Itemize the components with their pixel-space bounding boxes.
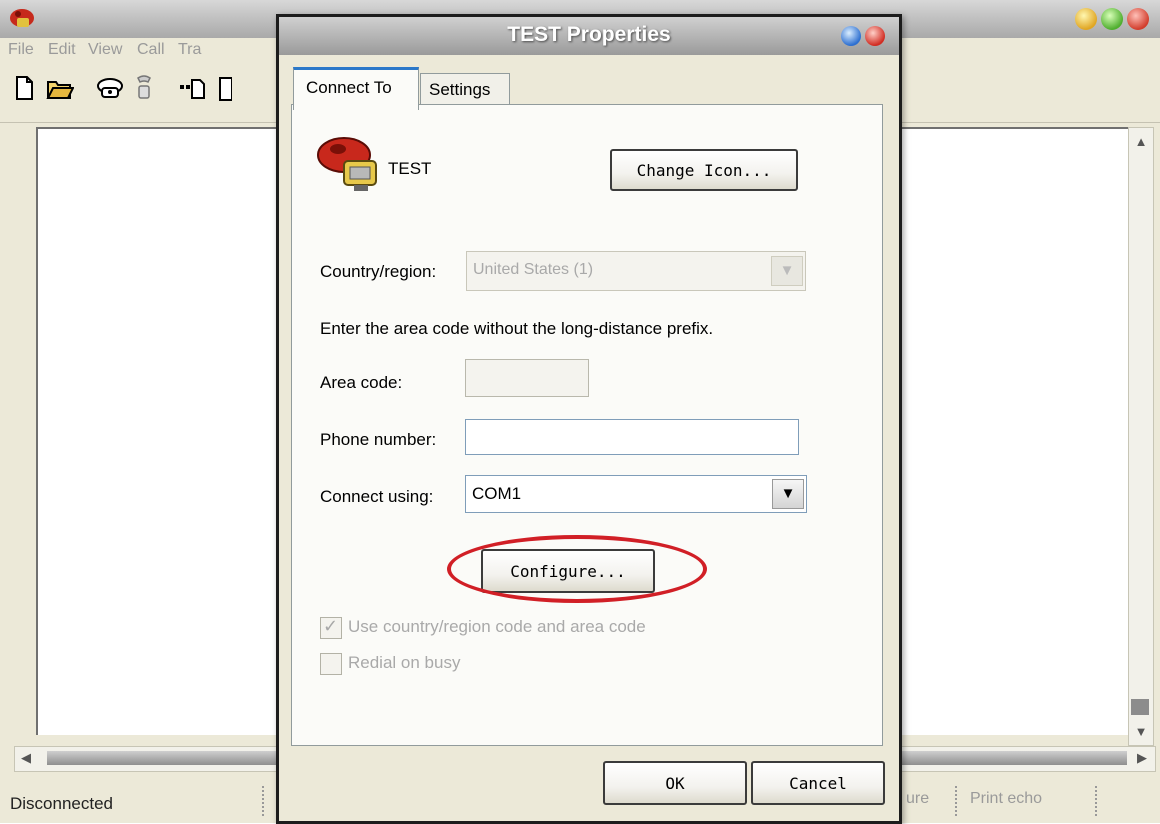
tab-connect-to-label: Connect To	[306, 78, 392, 97]
connect-using-label: Connect using:	[320, 487, 434, 506]
dialog-title: TEST Properties	[507, 23, 671, 46]
tab-settings[interactable]: Settings	[420, 73, 510, 106]
country-region-select[interactable]: United States (1) ▼	[466, 251, 806, 291]
phone-number-input[interactable]	[465, 419, 799, 455]
use-country-code-checkbox[interactable]: ✓	[320, 616, 342, 639]
area-code-instructions: Enter the area code without the long-dis…	[320, 319, 714, 338]
vertical-scroll-thumb[interactable]	[1131, 699, 1149, 715]
dialog-titlebar[interactable]: TEST Properties	[279, 17, 899, 55]
checkmark-icon: ✓	[323, 616, 339, 636]
tab-settings-label: Settings	[429, 80, 491, 99]
tab-connect-to[interactable]: Connect To	[293, 67, 419, 110]
country-region-label: Country/region:	[320, 262, 437, 281]
cancel-button[interactable]: Cancel	[751, 761, 885, 805]
change-icon-button[interactable]: Change Icon...	[610, 149, 798, 191]
status-separator	[955, 786, 957, 816]
connection-name: TEST	[388, 159, 432, 178]
send-icon[interactable]	[178, 74, 206, 102]
connect-icon[interactable]	[96, 74, 124, 102]
country-region-value: United States (1)	[473, 261, 594, 278]
chevron-down-icon[interactable]: ▼	[771, 256, 803, 286]
chevron-down-icon[interactable]: ▼	[772, 479, 804, 509]
close-orb-icon[interactable]	[1127, 8, 1149, 30]
status-separator	[262, 786, 264, 816]
connect-to-panel: TEST Change Icon... Country/region: Unit…	[291, 104, 883, 746]
app-phone-icon	[10, 9, 34, 27]
scroll-right-icon[interactable]: ▶	[1137, 750, 1147, 766]
minimize-orb-icon[interactable]	[1075, 8, 1097, 30]
scroll-down-icon[interactable]: ▼	[1129, 724, 1153, 739]
menu-transfer[interactable]: Tra	[178, 41, 201, 59]
status-separator	[1095, 786, 1097, 816]
maximize-orb-icon[interactable]	[1101, 8, 1123, 30]
scroll-up-icon[interactable]: ▲	[1129, 134, 1153, 149]
use-country-code-label: Use country/region code and area code	[348, 617, 646, 636]
status-capture: ure	[906, 790, 930, 807]
properties-dialog: TEST Properties Connect To Settings TEST…	[276, 14, 902, 824]
close-orb-icon[interactable]	[865, 26, 885, 46]
redial-on-busy-label: Redial on busy	[348, 653, 461, 672]
properties-icon[interactable]	[218, 74, 232, 102]
ok-button[interactable]: OK	[603, 761, 747, 805]
scroll-left-icon[interactable]: ◀	[21, 750, 31, 766]
disconnect-icon[interactable]	[130, 74, 158, 102]
connect-using-value: COM1	[472, 484, 522, 503]
connection-phone-icon	[317, 137, 377, 191]
open-icon[interactable]	[46, 74, 74, 102]
new-icon[interactable]	[10, 74, 38, 102]
menu-edit[interactable]: Edit	[48, 41, 76, 59]
status-print-echo: Print echo	[970, 790, 1043, 807]
menu-call[interactable]: Call	[137, 41, 165, 59]
redial-on-busy-checkbox[interactable]	[320, 653, 342, 675]
phone-number-label: Phone number:	[320, 430, 437, 449]
connection-status: Disconnected	[10, 794, 114, 813]
configure-button[interactable]: Configure...	[481, 549, 655, 593]
help-orb-icon[interactable]	[841, 26, 861, 46]
area-code-label: Area code:	[320, 373, 403, 392]
vertical-scrollbar[interactable]: ▲ ▼	[1128, 127, 1154, 746]
area-code-input[interactable]	[465, 359, 589, 397]
menu-view[interactable]: View	[88, 41, 122, 59]
connect-using-select[interactable]: COM1 ▼	[465, 475, 807, 513]
menu-file[interactable]: File	[8, 41, 34, 59]
